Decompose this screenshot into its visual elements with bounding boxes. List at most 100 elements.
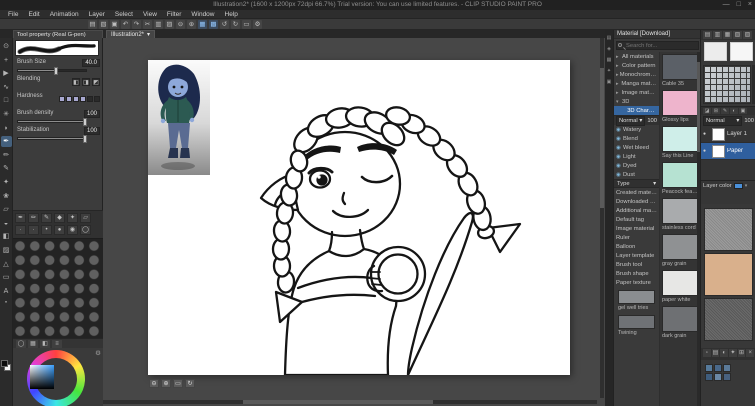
tag-type-header[interactable]: Type ▾ xyxy=(614,179,659,188)
command-icon[interactable]: ↶ xyxy=(121,20,130,29)
command-icon[interactable]: ▨ xyxy=(165,20,174,29)
texture-thumbnail[interactable] xyxy=(704,298,753,341)
blend-mode-icon[interactable]: ◩ xyxy=(92,78,100,86)
sub-tool-group-icon[interactable]: ✏ xyxy=(28,213,39,223)
tool-button[interactable]: ✒ xyxy=(1,136,12,147)
command-icon[interactable]: ▤ xyxy=(88,20,97,29)
sub-tool-item[interactable]: ◉ Wet bleed xyxy=(614,143,659,152)
pattern-preview-thumbnail[interactable] xyxy=(704,42,727,61)
canvas-view-button[interactable]: ⊕ xyxy=(161,379,171,388)
shortcut-tile[interactable] xyxy=(705,373,713,381)
brush-size-preset-icon[interactable]: · xyxy=(15,225,26,235)
document-tab[interactable]: Illustration2* ▾ xyxy=(106,30,155,38)
blending-row[interactable]: Blending ◧◨◩ xyxy=(13,75,103,92)
layer-toolbar-icon[interactable]: ⊞ xyxy=(712,108,720,114)
color-palette-tab-icon[interactable]: ◯ xyxy=(16,340,26,348)
document-canvas[interactable] xyxy=(148,60,570,375)
chevron-down-icon[interactable]: ▾ xyxy=(147,31,150,38)
tool-button[interactable]: ◗ xyxy=(1,123,12,134)
chevron-down-icon[interactable]: ▾ xyxy=(653,181,656,187)
tool-button[interactable]: □ xyxy=(1,95,12,106)
chevron-down-icon[interactable]: ▾ xyxy=(639,117,642,125)
tool-button[interactable]: ✦ xyxy=(1,177,12,188)
tool-button[interactable]: ❀ xyxy=(1,191,12,202)
panel-toolbar-icon[interactable]: ▧ xyxy=(733,31,742,39)
material-thumbnail[interactable]: Glossy lips xyxy=(662,90,698,124)
material-category[interactable]: ▸ Monochromatic pattern xyxy=(614,70,659,79)
sub-tool-group-icon[interactable]: ✒ xyxy=(15,213,26,223)
material-category[interactable]: ▸ Manga material xyxy=(614,79,659,88)
sub-tool-group-icon[interactable]: ▱ xyxy=(80,213,91,223)
layer-blend-mode-select[interactable]: Normal ▾ xyxy=(703,116,742,126)
material-category[interactable]: ▾ 3D xyxy=(614,97,659,106)
stabilization-slider[interactable] xyxy=(17,137,87,140)
menu-item[interactable]: Edit xyxy=(23,10,44,19)
opacity-value[interactable]: 100 xyxy=(647,118,657,124)
command-icon[interactable]: ▦ xyxy=(198,20,207,29)
command-icon[interactable]: ↷ xyxy=(132,20,141,29)
tool-button[interactable]: A xyxy=(1,286,12,297)
tool-button[interactable]: " xyxy=(1,299,12,310)
material-tag[interactable]: Layer template xyxy=(614,251,659,260)
material-tag[interactable]: Ruler xyxy=(614,233,659,242)
layer-color-swatch[interactable] xyxy=(734,183,743,189)
brush-size-row[interactable]: Brush Size 40.0 xyxy=(13,58,103,75)
tool-button[interactable]: ▭ xyxy=(1,272,12,283)
tool-button[interactable]: ◒ xyxy=(1,218,12,229)
layer-toolbar-icon[interactable]: ◐ xyxy=(730,108,738,114)
menu-item[interactable]: Select xyxy=(110,10,138,19)
brush-size-preset-icon[interactable]: ◯ xyxy=(80,225,91,235)
visibility-icon[interactable]: ● xyxy=(703,131,710,137)
material-thumbnail[interactable]: Twining xyxy=(618,315,655,337)
layer-action-icon[interactable]: ✦ xyxy=(729,349,737,357)
material-tag[interactable]: Default tag xyxy=(614,215,659,224)
sub-tool-group-icon[interactable]: ◆ xyxy=(54,213,65,223)
command-icon[interactable]: ⊕ xyxy=(187,20,196,29)
sub-tool-item[interactable]: ◉ Light xyxy=(614,152,659,161)
tool-button[interactable]: ◧ xyxy=(1,231,12,242)
material-thumbnail[interactable]: gray grain xyxy=(662,234,698,268)
minimize-button[interactable]: — xyxy=(723,0,730,10)
canvas-vertical-scrollbar[interactable] xyxy=(600,38,604,398)
layer-action-icon[interactable]: ▤ xyxy=(712,349,720,357)
material-thumbnail[interactable]: Peacock feather xyxy=(662,162,698,196)
pattern-preview-thumbnail[interactable] xyxy=(730,42,753,61)
layer-action-icon[interactable]: ⊞ xyxy=(738,349,746,357)
menu-item[interactable]: Window xyxy=(186,10,219,19)
material-dock-tab-icon[interactable]: ▦ xyxy=(607,57,612,63)
brush-size-preset-icon[interactable]: • xyxy=(41,225,52,235)
sub-tool-group-icon[interactable]: ✎ xyxy=(41,213,52,223)
brush-size-preset-icon[interactable]: ∙ xyxy=(28,225,39,235)
material-dock-tab-icon[interactable]: ▣ xyxy=(607,79,612,85)
stabilization-value[interactable]: 100 xyxy=(84,127,100,135)
tool-button[interactable]: ▨ xyxy=(1,245,12,256)
menu-item[interactable]: View xyxy=(138,10,162,19)
foreground-background-swatches[interactable] xyxy=(1,360,12,372)
close-button[interactable]: × xyxy=(748,0,752,10)
material-dock-tab-icon[interactable]: ✦ xyxy=(607,68,611,74)
texture-thumbnail[interactable] xyxy=(704,208,753,251)
tool-button[interactable]: △ xyxy=(1,259,12,270)
foreground-color-swatch[interactable] xyxy=(1,360,8,367)
brush-size-value[interactable]: 40.0 xyxy=(82,59,100,67)
layer-row[interactable]: ● Layer 1 xyxy=(701,126,755,143)
layer-action-icon[interactable]: ▫ xyxy=(703,349,711,357)
tool-button[interactable]: ✳ xyxy=(1,109,12,120)
shortcut-tile[interactable] xyxy=(723,364,731,372)
hardness-segments[interactable] xyxy=(59,96,100,102)
blend-mode-icon[interactable]: ◨ xyxy=(82,78,90,86)
material-tag[interactable]: Balloon xyxy=(614,242,659,251)
material-category[interactable]: ▸ Image material xyxy=(614,88,659,97)
panel-toolbar-icon[interactable]: ▤ xyxy=(703,31,712,39)
blend-mode-icon[interactable]: ◧ xyxy=(72,78,80,86)
tool-button[interactable]: ▱ xyxy=(1,204,12,215)
color-palette-tab-icon[interactable]: ≡ xyxy=(52,340,62,348)
saturation-value-square[interactable] xyxy=(30,365,54,389)
hardness-row[interactable]: Hardness xyxy=(13,92,103,109)
brush-density-slider[interactable] xyxy=(17,120,87,123)
color-palette-tab-icon[interactable]: ▦ xyxy=(28,340,38,348)
material-category[interactable]: 3D Character xyxy=(614,106,659,115)
tool-button[interactable]: ✎ xyxy=(1,163,12,174)
sub-tool-item[interactable]: ◉ Blend xyxy=(614,134,659,143)
material-tag[interactable]: Created material xyxy=(614,188,659,197)
